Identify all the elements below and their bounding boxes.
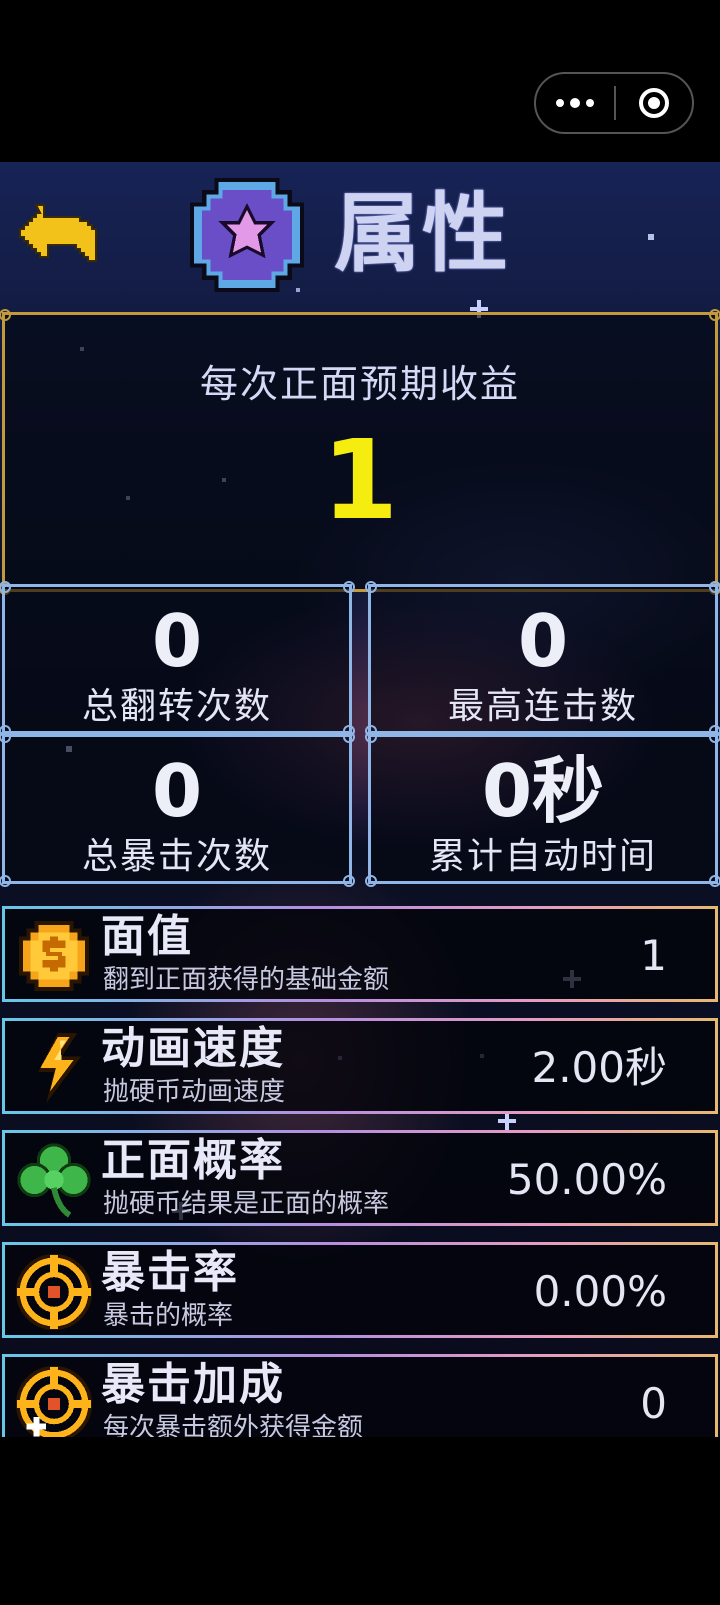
upgrade-name: 暴击加成	[101, 1359, 285, 1410]
upgrade-description: 暴击的概率	[103, 1301, 234, 1331]
corner-ornament	[343, 731, 355, 743]
upgrade-value: 0	[640, 1379, 667, 1428]
expected-income-panel: 每次正面预期收益 1	[0, 309, 720, 595]
app-root: 属性 每次正面预期收益 1 0 总翻转次数 0 最高连击数 0 总暴击次数 0秒…	[0, 0, 720, 1605]
upgrade-value: 2.00秒	[531, 1043, 667, 1092]
upgrade-name: 暴击率	[101, 1247, 239, 1298]
corner-ornament	[709, 581, 720, 593]
upgrade-description: 抛硬币动画速度	[103, 1077, 286, 1107]
upgrade-row-crit-bonus[interactable]: 暴击加成 每次暴击额外获得金额 0	[2, 1354, 718, 1437]
back-arrow-icon[interactable]	[8, 200, 104, 274]
upgrade-value: 1	[640, 931, 667, 980]
target-circle-icon	[638, 88, 669, 118]
expected-income-value: 1	[321, 416, 399, 544]
upgrade-description: 抛硬币结果是正面的概率	[103, 1189, 390, 1219]
star-decoration	[648, 234, 654, 240]
stat-label: 最高连击数	[447, 686, 638, 727]
crosshair-icon	[15, 1253, 93, 1331]
corner-ornament	[0, 731, 11, 743]
corner-ornament	[0, 581, 11, 593]
upgrade-name: 动画速度	[101, 1023, 285, 1074]
upgrade-row-heads-probability[interactable]: 正面概率 抛硬币结果是正面的概率 50.00%	[2, 1130, 718, 1226]
more-menu-button[interactable]	[536, 74, 614, 132]
upgrade-name: 正面概率	[101, 1135, 285, 1186]
stat-label: 累计自动时间	[428, 836, 657, 877]
corner-ornament	[709, 731, 720, 743]
game-screen: 属性 每次正面预期收益 1 0 总翻转次数 0 最高连击数 0 总暴击次数 0秒…	[0, 162, 720, 1437]
miniprogram-capsule	[534, 72, 694, 134]
more-dot-icon	[586, 99, 594, 107]
stat-auto-time: 0秒 累计自动时间	[365, 731, 720, 887]
gold-coin-icon	[18, 920, 90, 992]
stat-label: 总翻转次数	[81, 686, 272, 727]
upgrade-description: 每次暴击额外获得金额	[103, 1413, 364, 1437]
clover-icon	[17, 1143, 91, 1218]
corner-ornament	[0, 309, 11, 321]
upgrade-row-face-value[interactable]: 面值 翻到正面获得的基础金额 1	[2, 906, 718, 1002]
upgrade-value: 50.00%	[506, 1155, 667, 1204]
stat-max-combo: 0 最高连击数	[365, 581, 720, 737]
stat-value: 0	[151, 599, 203, 683]
upgrade-row-crit-rate[interactable]: 暴击率 暴击的概率 0.00%	[2, 1242, 718, 1338]
close-miniprogram-button[interactable]	[616, 74, 692, 132]
expected-income-label: 每次正面预期收益	[199, 362, 520, 406]
sparkle-decoration	[498, 1112, 516, 1130]
upgrade-description: 翻到正面获得的基础金额	[103, 965, 390, 995]
upgrade-value: 0.00%	[533, 1267, 667, 1316]
page-title: 属性	[334, 184, 510, 284]
lightning-icon	[38, 1032, 82, 1104]
corner-ornament	[365, 731, 377, 743]
crosshair-plus-icon	[15, 1365, 93, 1437]
stat-value: 0	[151, 749, 203, 833]
upgrade-name: 面值	[101, 911, 193, 962]
stat-value: 0秒	[481, 749, 605, 833]
stat-total-crits: 0 总暴击次数	[0, 731, 355, 887]
more-dot-icon	[570, 98, 580, 108]
star-badge-icon	[190, 178, 304, 292]
more-dot-icon	[556, 99, 564, 107]
corner-ornament	[365, 581, 377, 593]
corner-ornament	[343, 581, 355, 593]
stat-label: 总暴击次数	[81, 836, 272, 877]
corner-ornament	[709, 309, 720, 321]
stat-total-flips: 0 总翻转次数	[0, 581, 355, 737]
upgrade-row-animation-speed[interactable]: 动画速度 抛硬币动画速度 2.00秒	[2, 1018, 718, 1114]
stat-value: 0	[517, 599, 569, 683]
